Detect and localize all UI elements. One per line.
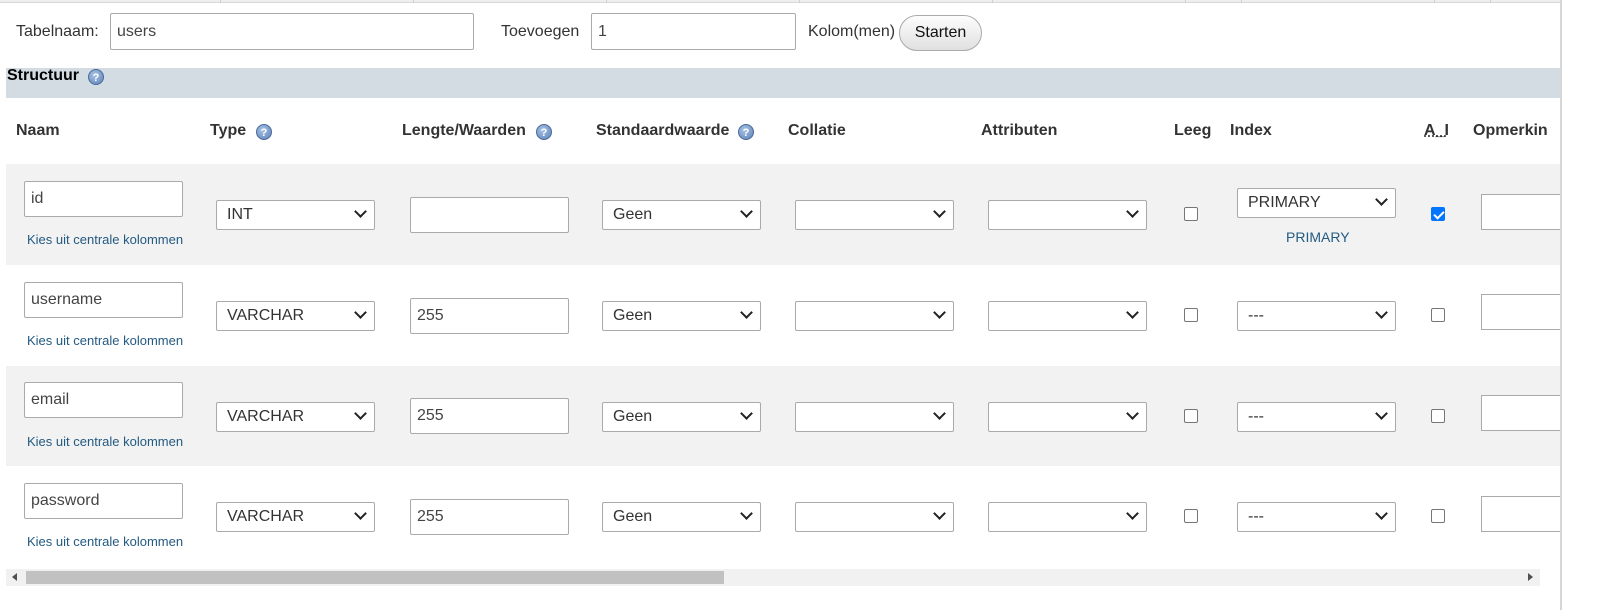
default-select[interactable]: Geen (602, 301, 761, 331)
table-name-input[interactable] (110, 13, 474, 50)
attributes-select[interactable] (988, 200, 1147, 230)
auto-increment-checkbox[interactable] (1431, 308, 1445, 322)
column-name-input[interactable] (24, 382, 183, 418)
header-default: Standaardwaarde (596, 122, 730, 139)
chevron-down-icon (933, 507, 946, 520)
add-columns-label: Toevoegen (501, 23, 580, 40)
length-input[interactable] (410, 499, 569, 535)
index-select[interactable]: --- (1237, 301, 1396, 331)
chevron-down-icon (933, 306, 946, 319)
auto-increment-checkbox[interactable] (1431, 207, 1445, 221)
chevron-down-icon (933, 407, 946, 420)
header-collation: Collatie (788, 122, 846, 139)
chevron-down-icon (354, 507, 367, 520)
chevron-down-icon (1126, 205, 1139, 218)
structure-bar (6, 68, 1560, 98)
comment-input[interactable] (1481, 194, 1560, 230)
type-select[interactable]: VARCHAR (216, 301, 375, 331)
top-edge (0, 0, 1560, 3)
collation-select[interactable] (795, 301, 954, 331)
type-select[interactable]: VARCHAR (216, 502, 375, 532)
header-null: Leeg (1174, 122, 1212, 139)
chevron-down-icon (1375, 306, 1388, 319)
attributes-select[interactable] (988, 301, 1147, 331)
go-button[interactable]: Starten (899, 15, 982, 51)
header-attributes: Attributen (981, 122, 1058, 139)
header-comments: Opmerkin (1473, 122, 1548, 139)
help-icon[interactable]: ? (88, 69, 104, 85)
chevron-down-icon (1126, 306, 1139, 319)
panel-right-border (1560, 0, 1562, 610)
chevron-down-icon (1375, 407, 1388, 420)
central-columns-link[interactable]: Kies uit centrale kolommen (27, 333, 183, 348)
null-checkbox[interactable] (1184, 509, 1198, 523)
columns-label: Kolom(men) (808, 23, 896, 40)
chevron-down-icon (1126, 407, 1139, 420)
chevron-down-icon (1375, 507, 1388, 520)
chevron-down-icon (354, 407, 367, 420)
length-input[interactable] (410, 398, 569, 434)
chevron-down-icon (740, 205, 753, 218)
column-name-input[interactable] (24, 282, 183, 318)
index-name-link[interactable]: PRIMARY (1286, 229, 1350, 245)
header-index: Index (1230, 122, 1272, 139)
scrollbar-thumb[interactable] (26, 571, 724, 584)
auto-increment-checkbox[interactable] (1431, 409, 1445, 423)
chevron-down-icon (354, 306, 367, 319)
index-select[interactable]: --- (1237, 402, 1396, 432)
collation-select[interactable] (795, 402, 954, 432)
auto-increment-checkbox[interactable] (1431, 509, 1445, 523)
collation-select[interactable] (795, 502, 954, 532)
chevron-down-icon (354, 205, 367, 218)
chevron-down-icon (1375, 193, 1388, 206)
header-length: Lengte/Waarden (402, 122, 526, 139)
structure-title: Structuur (7, 67, 79, 84)
help-icon[interactable]: ? (738, 124, 754, 140)
index-select[interactable]: PRIMARY (1237, 188, 1396, 218)
default-select[interactable]: Geen (602, 502, 761, 532)
null-checkbox[interactable] (1184, 409, 1198, 423)
scroll-left-arrow-icon[interactable] (12, 573, 17, 581)
central-columns-link[interactable]: Kies uit centrale kolommen (27, 232, 183, 247)
header-auto-increment: A_I (1424, 122, 1449, 139)
chevron-down-icon (933, 205, 946, 218)
comment-input[interactable] (1481, 395, 1560, 431)
add-columns-count-input[interactable] (591, 13, 796, 50)
table-name-label: Tabelnaam: (16, 23, 99, 40)
header-type: Type (210, 122, 247, 139)
null-checkbox[interactable] (1184, 207, 1198, 221)
chevron-down-icon (740, 306, 753, 319)
length-input[interactable] (410, 298, 569, 334)
chevron-down-icon (1126, 507, 1139, 520)
chevron-down-icon (740, 507, 753, 520)
column-name-input[interactable] (24, 181, 183, 217)
help-icon[interactable]: ? (536, 124, 552, 140)
type-select[interactable]: VARCHAR (216, 402, 375, 432)
comment-input[interactable] (1481, 294, 1560, 330)
help-icon[interactable]: ? (256, 124, 272, 140)
attributes-select[interactable] (988, 502, 1147, 532)
length-input[interactable] (410, 197, 569, 233)
default-select[interactable]: Geen (602, 200, 761, 230)
column-name-input[interactable] (24, 483, 183, 519)
default-select[interactable]: Geen (602, 402, 761, 432)
comment-input[interactable] (1481, 496, 1560, 532)
header-name: Naam (16, 122, 60, 139)
central-columns-link[interactable]: Kies uit centrale kolommen (27, 534, 183, 549)
collation-select[interactable] (795, 200, 954, 230)
central-columns-link[interactable]: Kies uit centrale kolommen (27, 434, 183, 449)
null-checkbox[interactable] (1184, 308, 1198, 322)
attributes-select[interactable] (988, 402, 1147, 432)
index-select[interactable]: --- (1237, 502, 1396, 532)
type-select[interactable]: INT (216, 200, 375, 230)
scroll-right-arrow-icon[interactable] (1528, 573, 1533, 581)
chevron-down-icon (740, 407, 753, 420)
